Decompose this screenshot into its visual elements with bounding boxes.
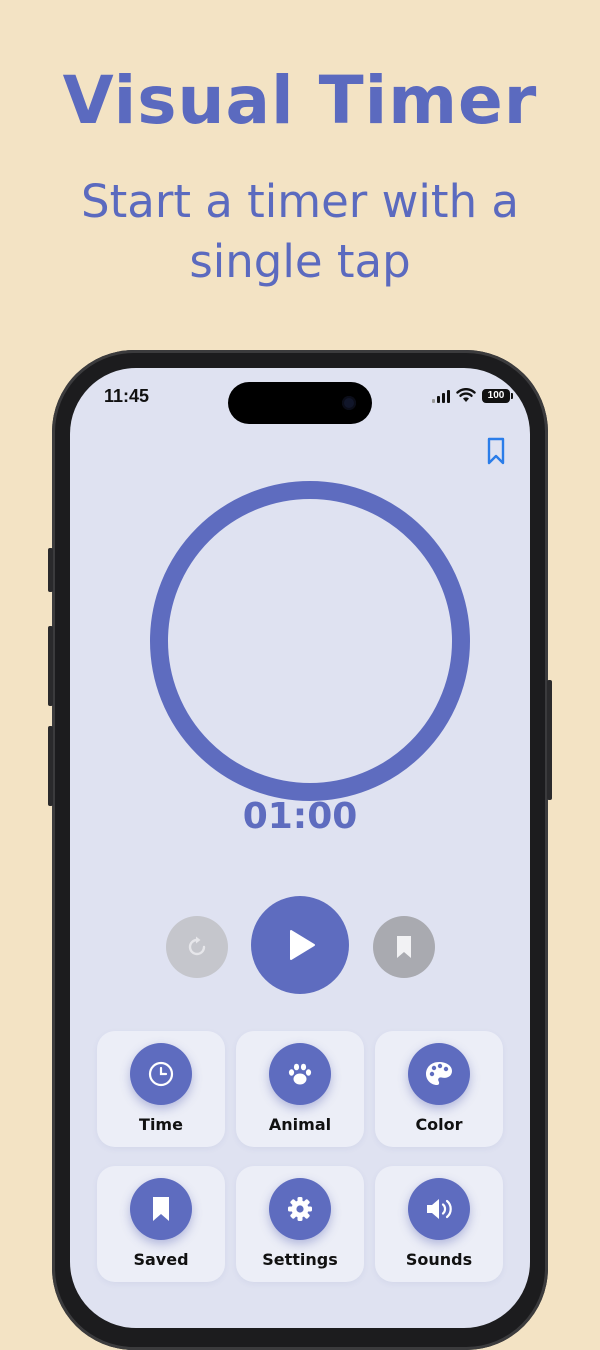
timer-display: 01:00: [242, 796, 358, 837]
tile-label: Animal: [268, 1115, 332, 1134]
tile-time[interactable]: Time: [97, 1031, 225, 1147]
tile-animal[interactable]: Animal: [236, 1031, 364, 1147]
play-button[interactable]: [251, 896, 349, 994]
status-icons: 100: [432, 388, 513, 403]
tile-saved[interactable]: Saved: [97, 1166, 225, 1282]
camera-icon: [342, 396, 356, 410]
tile-label: Time: [139, 1115, 183, 1134]
paw-icon: [288, 1063, 312, 1085]
time-tile-button[interactable]: [130, 1043, 192, 1105]
battery-icon: 100: [482, 388, 513, 403]
tile-label: Saved: [133, 1250, 189, 1269]
wifi-icon: [456, 388, 476, 402]
sounds-tile-button[interactable]: [408, 1178, 470, 1240]
clock-icon: [148, 1061, 174, 1087]
palette-icon: [426, 1062, 452, 1085]
color-tile-button[interactable]: [408, 1043, 470, 1105]
promo-title: Visual Timer: [62, 62, 538, 139]
settings-tile-button[interactable]: [269, 1178, 331, 1240]
phone-power-button: [547, 680, 552, 800]
phone-volume-up-button: [48, 626, 53, 706]
cellular-signal-icon: [432, 389, 450, 403]
tile-label: Color: [415, 1115, 463, 1134]
tile-label: Settings: [262, 1250, 338, 1269]
phone-volume-down-button: [48, 726, 53, 806]
play-icon: [290, 930, 315, 960]
reset-button[interactable]: [166, 916, 228, 978]
bookmark-icon: [153, 1197, 169, 1221]
bookmark-icon[interactable]: [486, 436, 506, 466]
dynamic-island: [228, 382, 372, 424]
animal-tile-button[interactable]: [269, 1043, 331, 1105]
saved-tile-button[interactable]: [130, 1178, 192, 1240]
speaker-icon: [427, 1199, 452, 1219]
bookmark-icon: [397, 936, 411, 958]
status-time: 11:45: [104, 386, 150, 406]
tile-settings[interactable]: Settings: [236, 1166, 364, 1282]
phone-action-button: [48, 548, 53, 592]
reset-icon: [188, 936, 206, 956]
gear-icon: [288, 1197, 312, 1221]
tile-label: Sounds: [405, 1250, 473, 1269]
promo-subtitle: Start a timer with a single tap: [81, 175, 519, 288]
timer-ring[interactable]: [150, 481, 470, 801]
app-screen: 11:45 100 01:00 Time Animal Color Saved …: [70, 368, 530, 1328]
save-preset-button[interactable]: [373, 916, 435, 978]
tile-sounds[interactable]: Sounds: [375, 1166, 503, 1282]
tile-color[interactable]: Color: [375, 1031, 503, 1147]
